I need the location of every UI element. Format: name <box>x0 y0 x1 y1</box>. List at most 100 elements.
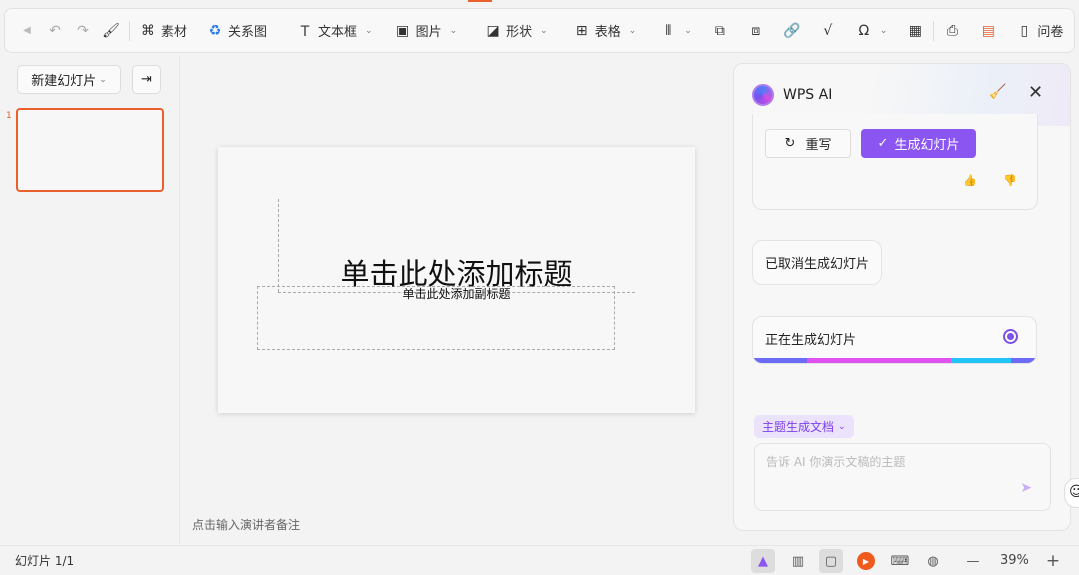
format-painter-button[interactable]: 🖌 <box>97 16 125 46</box>
generating-label: 正在生成幻灯片 <box>765 333 857 348</box>
table-button[interactable]: ⊞ 表格 ⌄ <box>568 16 643 46</box>
link-button[interactable]: 🔗 <box>778 16 806 46</box>
qrcode-icon: ▦ <box>908 22 922 39</box>
zoom-out-button[interactable]: — <box>961 549 985 573</box>
toolbar: ◀ ↶ ↷ 🖌 ⌘ 素材 ♻ 关系图 Ｔ 文本框 ⌄ ▣ 图片 ⌄ ◪ 形状 ⌄ ⊞ 表格 ⌄ ⫴ ⌄… <box>4 8 1075 53</box>
image-icon: ▣ <box>395 22 410 39</box>
web-button[interactable]: ◍ <box>921 549 945 573</box>
triangle-left-icon: ◀ <box>23 25 31 36</box>
slide-thumbnail[interactable] <box>16 108 164 192</box>
notes-view-button[interactable]: ▥ <box>786 549 810 573</box>
import-button[interactable]: ⇥ <box>132 65 161 94</box>
ai-title: WPS AI <box>783 87 833 103</box>
table-icon: ⊞ <box>575 22 588 39</box>
refresh-icon: ↻ <box>784 136 796 151</box>
subtitle-placeholder[interactable]: 单击此处添加副标题 <box>218 285 695 302</box>
brush-icon: 🖌 <box>102 22 120 39</box>
progress-segment <box>753 358 807 363</box>
wps-ai-button[interactable]: ▲ <box>751 549 775 573</box>
wps-ai-panel: WPS AI 🧹 ✕ ↻ 重写 ✓ 生成幻灯片 👍 👎 已取消生成幻灯片 正在生成幻… <box>733 63 1071 531</box>
dislike-button[interactable]: 👎 <box>1003 174 1017 187</box>
redo-button[interactable]: ↷ <box>69 16 97 46</box>
undo-icon: ↶ <box>49 22 61 39</box>
formula-button[interactable]: √ <box>814 16 842 46</box>
label: 生成幻灯片 <box>894 138 960 153</box>
chevron-down-icon: ⌄ <box>449 25 458 36</box>
label: 文本框 <box>318 25 358 40</box>
stop-icon[interactable] <box>1003 329 1018 344</box>
active-tab-indicator <box>468 0 492 2</box>
keyboard-icon: ⌨ <box>890 553 910 569</box>
topic-input-box: ➤ <box>754 443 1051 511</box>
mode-selector[interactable]: 主题生成文档 ⌄ <box>754 415 854 438</box>
chevron-down-icon: ⌄ <box>99 74 107 85</box>
chevron-down-icon: ⌄ <box>838 421 846 432</box>
stamp-button[interactable]: ⎙ <box>938 16 966 46</box>
omega-icon: Ω <box>858 22 870 39</box>
smart-art-button[interactable]: ⧉ <box>706 16 734 46</box>
clear-button[interactable]: 🧹 <box>989 84 1006 100</box>
like-button[interactable]: 👍 <box>963 174 977 187</box>
textbox-button[interactable]: Ｔ 文本框 ⌄ <box>291 16 379 46</box>
material-button[interactable]: ⌘ 素材 <box>134 16 193 46</box>
form-icon: ▤ <box>981 22 995 39</box>
zoom-level[interactable]: 39% <box>1000 553 1029 568</box>
stamp-icon: ⎙ <box>946 22 958 39</box>
check-icon: ✓ <box>877 136 889 151</box>
wps-ai-logo <box>752 84 774 106</box>
thumbs-up-icon: 👍 <box>963 174 977 187</box>
slide-canvas[interactable]: 单击此处添加标题 单击此处添加副标题 <box>218 147 695 413</box>
play-button[interactable]: ▶ <box>854 549 878 573</box>
ai-response-card: ↻ 重写 ✓ 生成幻灯片 👍 👎 <box>752 114 1038 210</box>
import-icon: ⇥ <box>141 72 152 87</box>
rewrite-button[interactable]: ↻ 重写 <box>765 129 851 158</box>
view-icon: ▢ <box>824 553 838 569</box>
label: 关系图 <box>228 25 268 40</box>
relation-icon: ♻ <box>208 22 222 39</box>
thumbnail-number: 1 <box>6 111 12 121</box>
play-icon: ▶ <box>857 552 875 570</box>
label: 新建幻灯片 <box>31 74 97 89</box>
divider <box>129 20 130 41</box>
label: 图片 <box>415 25 442 40</box>
survey-button[interactable]: ▯ 问卷 <box>1010 16 1069 46</box>
smart-art-icon: ⧉ <box>714 22 725 39</box>
zoom-in-button[interactable]: + <box>1041 549 1065 573</box>
plus-icon: + <box>1045 551 1061 571</box>
chart-button[interactable]: ⫴ ⌄ <box>654 16 698 46</box>
shape-button[interactable]: ◪ 形状 ⌄ <box>479 16 554 46</box>
progress-segment <box>806 358 952 363</box>
wps-ai-icon: ▲ <box>758 553 768 569</box>
reading-view-button[interactable]: ▢ <box>819 549 843 573</box>
back-button[interactable]: ◀ <box>13 16 41 46</box>
keyboard-button[interactable]: ⌨ <box>888 549 912 573</box>
flowchart-button[interactable]: ⧈ <box>742 16 770 46</box>
brush-icon: 🧹 <box>989 84 1007 100</box>
close-button[interactable]: ✕ <box>1028 82 1043 103</box>
survey-icon: ▯ <box>1020 22 1029 39</box>
label: 主题生成文档 <box>762 420 835 434</box>
send-button[interactable]: ➤ <box>1020 480 1032 496</box>
layout-icon: ▥ <box>791 553 805 569</box>
undo-button[interactable]: ↶ <box>41 16 69 46</box>
assistant-mascot-icon[interactable]: ☺ <box>1064 478 1079 508</box>
symbol-button[interactable]: Ω ⌄ <box>850 16 894 46</box>
cancelled-message: 已取消生成幻灯片 <box>752 240 882 285</box>
form-button[interactable]: ▤ <box>974 16 1002 46</box>
divider <box>933 20 935 41</box>
relation-button[interactable]: ♻ 关系图 <box>201 16 273 46</box>
label: 形状 <box>506 25 533 40</box>
new-slide-button[interactable]: 新建幻灯片 ⌄ <box>17 65 121 94</box>
progress-bar <box>753 358 1036 363</box>
chevron-down-icon: ⌄ <box>365 25 373 36</box>
image-button[interactable]: ▣ 图片 ⌄ <box>389 16 464 46</box>
label: 重写 <box>805 138 832 153</box>
qrcode-button[interactable]: ▦ <box>901 16 929 46</box>
progress-segment <box>1010 358 1036 363</box>
chevron-down-icon: ⌄ <box>684 25 692 36</box>
progress-segment <box>951 358 1011 363</box>
redo-icon: ↷ <box>77 22 89 39</box>
speaker-notes[interactable]: 点击输入演讲者备注 <box>192 516 300 533</box>
generate-slides-button[interactable]: ✓ 生成幻灯片 <box>861 129 976 158</box>
topic-input[interactable] <box>755 444 1050 510</box>
